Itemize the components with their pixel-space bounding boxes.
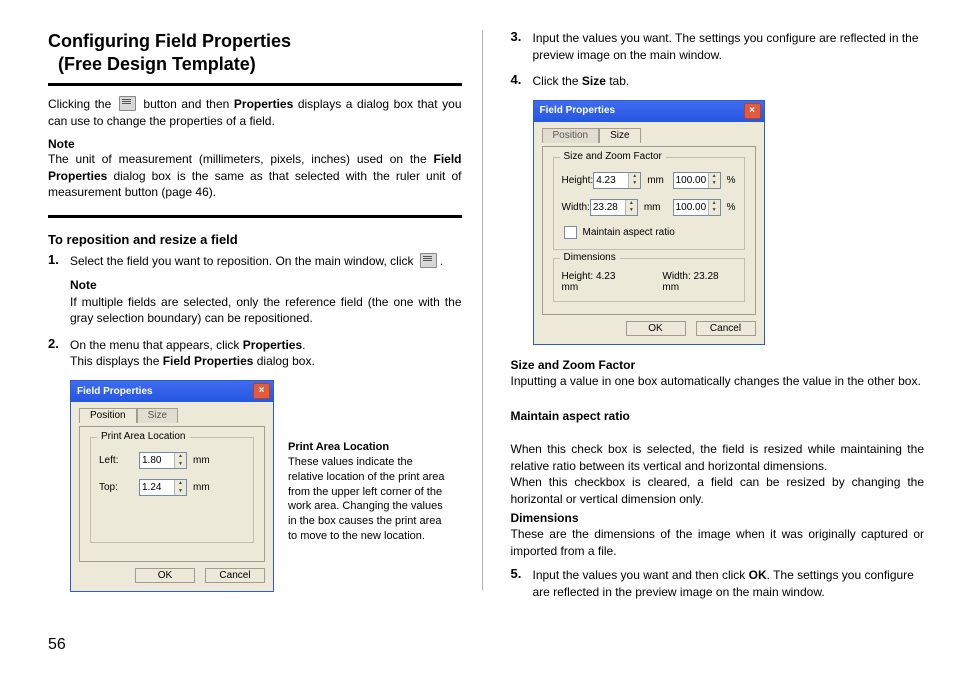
step-1: 1. Select the field you want to repositi… [48,253,462,327]
intro-paragraph: Clicking the button and then Properties … [48,96,462,129]
tab-position[interactable]: Position [79,408,137,423]
step-3: 3. Input the values you want. The settin… [511,30,925,63]
dialog-titlebar[interactable]: Field Properties × [534,101,764,122]
checkbox-icon[interactable] [564,226,577,239]
tab-size[interactable]: Size [137,408,178,423]
step-4: 4. Click the Size tab. [511,73,925,90]
figure1-caption: Print Area Location These values indicat… [288,440,448,544]
properties-icon [420,253,437,268]
dimensions-para: Dimensions These are the dimensions of t… [511,510,925,560]
size-zoom-para: Size and Zoom Factor Inputting a value i… [511,357,925,390]
note-body: The unit of measurement (millimeters, pi… [48,151,462,201]
maintain-aspect-checkbox[interactable]: Maintain aspect ratio [564,226,736,239]
maintain-para: Maintain aspect ratio When this check bo… [511,392,925,508]
page-number: 56 [48,636,66,654]
left-input[interactable]: ▲▼ [139,452,187,469]
dim-height: Height: 4.23 mm [562,271,633,293]
subheading-reposition: To reposition and resize a field [48,232,462,247]
title-line2: (Free Design Template) [58,53,462,76]
top-label: Top: [99,482,139,493]
group-dimensions: Dimensions [560,252,620,263]
dialog-title: Field Properties [77,386,153,397]
cancel-button[interactable]: Cancel [696,321,756,336]
step-5: 5. Input the values you want and then cl… [511,567,925,600]
height-input[interactable]: ▲▼ [593,172,641,189]
title-line1: Configuring Field Properties [48,31,291,51]
top-input-field[interactable] [140,480,174,495]
right-column: 3. Input the values you want. The settin… [483,30,925,600]
step1-note-body: If multiple fields are selected, only th… [70,294,462,327]
width-zoom-input[interactable]: ▲▼ [673,199,721,216]
cancel-button[interactable]: Cancel [205,568,265,583]
group-print-area: Print Area Location [97,431,190,442]
group-size-zoom: Size and Zoom Factor [560,151,666,162]
spinner[interactable]: ▲▼ [174,453,186,468]
dialog-titlebar[interactable]: Field Properties × [71,381,273,402]
spinner[interactable]: ▲▼ [174,480,186,495]
note-heading: Note [48,137,462,151]
close-icon[interactable]: × [744,103,761,119]
left-column: Configuring Field Properties (Free Desig… [48,30,482,600]
dialog-field-properties-position: Field Properties × Position Size Print A… [70,380,274,592]
dim-width: Width: 23.28 mm [662,271,735,293]
dialog-title: Field Properties [540,105,616,116]
dialog-field-properties-size: Field Properties × Position Size Size an… [533,100,765,345]
width-label: Width: [562,202,590,213]
rule-mid [48,215,462,218]
left-input-field[interactable] [140,453,174,468]
width-input[interactable]: ▲▼ [590,199,638,216]
page-title: Configuring Field Properties (Free Desig… [48,30,462,75]
tab-size[interactable]: Size [599,128,640,143]
step-2: 2. On the menu that appears, click Prope… [48,337,462,370]
top-input[interactable]: ▲▼ [139,479,187,496]
height-label: Height: [562,175,594,186]
close-icon[interactable]: × [253,383,270,399]
rule-top [48,83,462,86]
tab-position[interactable]: Position [542,128,600,143]
height-zoom-input[interactable]: ▲▼ [673,172,721,189]
ok-button[interactable]: OK [626,321,686,336]
left-label: Left: [99,455,139,466]
properties-icon [119,96,136,111]
ok-button[interactable]: OK [135,568,195,583]
step1-note-head: Note [70,277,462,294]
